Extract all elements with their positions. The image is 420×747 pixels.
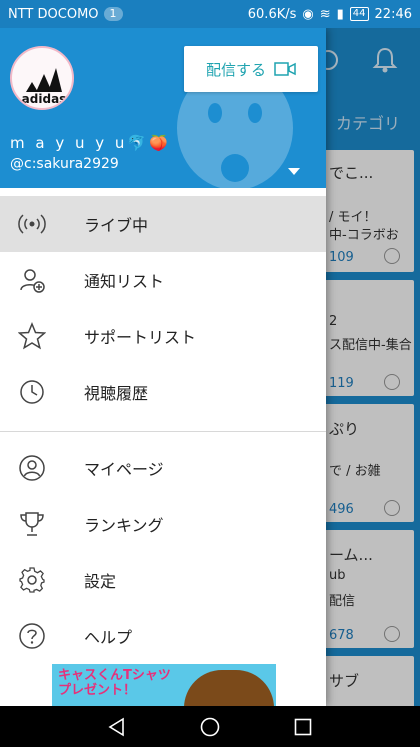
- person-icon: [19, 455, 45, 481]
- carrier-name: NTT DOCOMO: [8, 6, 99, 22]
- clock-time: 22:46: [374, 6, 412, 22]
- add-user-icon: [20, 269, 45, 293]
- menu-item-my-page[interactable]: マイページ: [0, 440, 326, 496]
- menu-item-label: ヘルプ: [84, 628, 133, 647]
- star-icon: [18, 322, 46, 350]
- chevron-down-icon[interactable]: [288, 168, 300, 175]
- promo-banner[interactable]: キャスくんTシャツ プレゼント！: [52, 664, 276, 706]
- menu-divider: [0, 431, 326, 432]
- system-navigation-bar: [0, 706, 420, 747]
- adidas-logo-icon: [26, 68, 62, 92]
- broadcast-label: 配信する: [205, 60, 266, 79]
- trophy-icon: [20, 512, 44, 536]
- help-icon: [19, 623, 45, 649]
- drawer-header: adidas 配信する m a y u y u🐬🍑 @c:sakura2929: [0, 28, 326, 188]
- home-icon[interactable]: [199, 716, 221, 738]
- user-id: @c:sakura2929: [10, 156, 119, 172]
- menu-item-label: 設定: [84, 572, 117, 591]
- menu-item-label: マイページ: [84, 460, 164, 479]
- eye-icon: ◉: [302, 6, 314, 22]
- promo-text: キャスくんTシャツ プレゼント！: [58, 668, 171, 698]
- broadcast-button[interactable]: 配信する: [184, 46, 318, 92]
- menu-item-label: 通知リスト: [84, 272, 165, 291]
- avatar[interactable]: adidas: [10, 46, 74, 110]
- mascot-illustration: [184, 670, 274, 706]
- menu-item-live[interactable]: ライブ中: [0, 196, 326, 252]
- signal-icon: ▮: [336, 6, 344, 22]
- menu-item-support-list[interactable]: サポートリスト: [0, 308, 326, 364]
- notification-badge: 1: [103, 7, 123, 21]
- menu-item-settings[interactable]: 設定: [0, 552, 326, 608]
- status-bar: NTT DOCOMO 1 60.6K/s ◉ ≋ ▮ 44 22:46: [0, 0, 420, 28]
- menu-item-label: ランキング: [84, 516, 164, 535]
- navigation-drawer: adidas 配信する m a y u y u🐬🍑 @c:sakura2929 …: [0, 28, 326, 706]
- menu-item-ranking[interactable]: ランキング: [0, 496, 326, 552]
- menu-item-notification-list[interactable]: 通知リスト: [0, 252, 326, 308]
- network-speed: 60.6K/s: [247, 6, 297, 22]
- menu-item-label: ライブ中: [84, 216, 149, 235]
- video-camera-icon: [274, 62, 296, 76]
- menu-item-label: 視聴履歴: [84, 384, 149, 403]
- live-broadcast-icon: [18, 214, 46, 234]
- wifi-icon: ≋: [319, 6, 331, 22]
- menu-item-watch-history[interactable]: 視聴履歴: [0, 364, 326, 420]
- user-display-name: m a y u y u🐬🍑: [10, 134, 171, 152]
- clock-icon: [20, 380, 44, 404]
- gear-icon: [19, 567, 45, 593]
- recent-apps-icon[interactable]: [292, 716, 314, 738]
- menu-item-help[interactable]: ヘルプ: [0, 608, 326, 664]
- battery-icon: 44: [349, 7, 369, 21]
- back-icon[interactable]: [106, 716, 128, 738]
- avatar-logo-text: adidas: [21, 92, 67, 106]
- menu-item-label: サポートリスト: [84, 328, 197, 347]
